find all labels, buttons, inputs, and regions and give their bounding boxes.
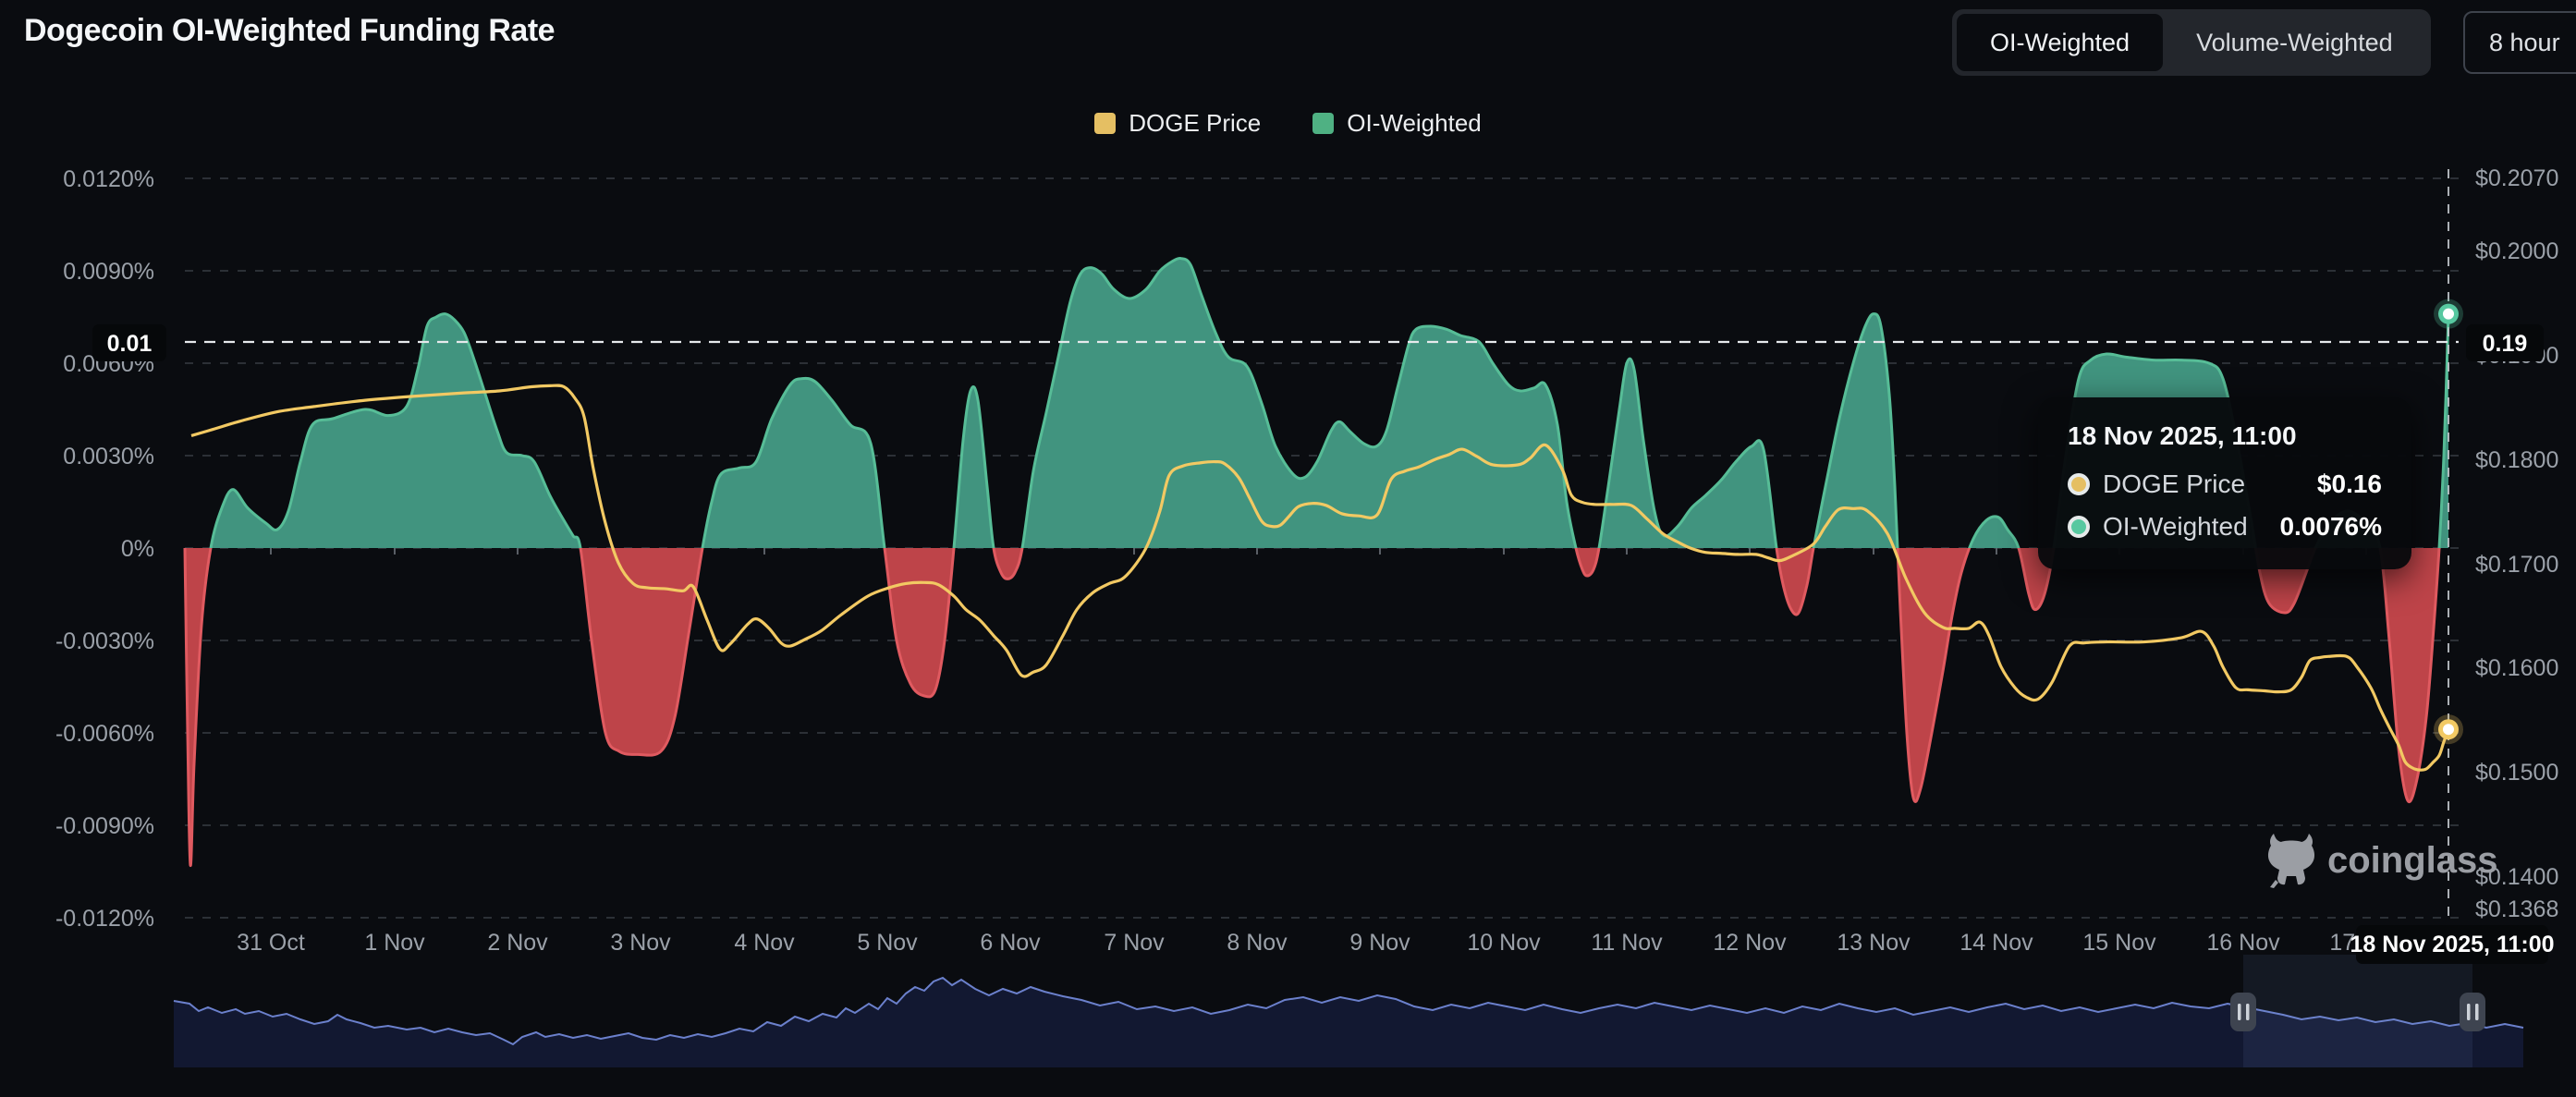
navigator-area[interactable] xyxy=(174,978,2523,1067)
navigator-handle-right[interactable] xyxy=(2460,993,2485,1031)
axis-label: 1 Nov xyxy=(364,930,425,956)
axis-label: 15 Nov xyxy=(2082,930,2156,956)
doge-price-dot-icon xyxy=(2068,473,2090,495)
axis-label: 0.01 xyxy=(107,331,153,357)
axis-label: 0.0120% xyxy=(63,166,154,192)
axis-label: -0.0030% xyxy=(55,628,154,654)
axis-label: $0.2000 xyxy=(2475,238,2558,264)
axis-label: 12 Nov xyxy=(1713,930,1787,956)
axis-label: 13 Nov xyxy=(1837,930,1911,956)
axis-label: 31 Oct xyxy=(237,930,305,956)
navigator-selection[interactable] xyxy=(2243,955,2472,1067)
axis-label: 8 Nov xyxy=(1227,930,1288,956)
axis-label: 7 Nov xyxy=(1104,930,1165,956)
axis-label: 5 Nov xyxy=(857,930,918,956)
series-end-marker-core xyxy=(2443,724,2454,735)
axis-label: 18 Nov 2025, 11:00 xyxy=(2350,932,2555,957)
coinglass-watermark-text: coinglass xyxy=(2327,840,2498,882)
crosshair-left-value: 0.01 xyxy=(92,324,166,361)
axis-label: 3 Nov xyxy=(610,930,671,956)
funding-rate-page: Dogecoin OI-Weighted Funding Rate OI-Wei… xyxy=(0,0,2576,1097)
axis-label: $0.1800 xyxy=(2475,447,2558,473)
axis-label: $0.1600 xyxy=(2475,655,2558,681)
axis-label: -0.0060% xyxy=(55,721,154,747)
axis-label: $0.1700 xyxy=(2475,552,2558,578)
axis-label: 14 Nov xyxy=(1959,930,2033,956)
navigator-handle-left[interactable] xyxy=(2230,993,2256,1031)
tooltip-series-value: $0.16 xyxy=(2317,469,2382,499)
axis-label: -0.0120% xyxy=(55,906,154,932)
axis-label: -0.0090% xyxy=(55,813,154,839)
axis-label: 6 Nov xyxy=(980,930,1041,956)
crosshair-right-value: 0.19 xyxy=(2466,324,2544,361)
axis-label: 9 Nov xyxy=(1349,930,1410,956)
tooltip-row-doge-price: DOGE Price $0.16 xyxy=(2068,469,2382,499)
axis-label: 0.0090% xyxy=(63,259,154,285)
tooltip-row-oi-weighted: OI-Weighted 0.0076% xyxy=(2068,512,2382,542)
axis-label: $0.2070 xyxy=(2475,165,2558,191)
coinglass-bull-icon xyxy=(2266,832,2316,889)
crosshair-date-label: 18 Nov 2025, 11:00 xyxy=(2350,925,2555,964)
axis-label: 2 Nov xyxy=(487,930,548,956)
chart-tooltip: 18 Nov 2025, 11:00 DOGE Price $0.16 OI-W… xyxy=(2038,397,2411,569)
tooltip-series-value: 0.0076% xyxy=(2279,512,2382,542)
series-end-marker-core xyxy=(2443,309,2454,320)
axis-label: 0.19 xyxy=(2483,331,2528,357)
axis-label: 0.0030% xyxy=(63,444,154,469)
axis-label: 11 Nov xyxy=(1591,930,1663,956)
axis-label: $0.1368 xyxy=(2475,896,2558,922)
tooltip-series-label: OI-Weighted xyxy=(2103,512,2248,542)
tooltip-series-label: DOGE Price xyxy=(2103,469,2245,499)
axis-label: 10 Nov xyxy=(1467,930,1541,956)
tooltip-date: 18 Nov 2025, 11:00 xyxy=(2068,421,2382,451)
axis-label: 4 Nov xyxy=(734,930,795,956)
axis-label: 16 Nov xyxy=(2206,930,2280,956)
oi-weighted-dot-icon xyxy=(2068,516,2090,538)
coinglass-watermark: coinglass xyxy=(2266,832,2498,889)
axis-label: $0.1500 xyxy=(2475,760,2558,786)
axis-label: 0% xyxy=(121,536,154,562)
